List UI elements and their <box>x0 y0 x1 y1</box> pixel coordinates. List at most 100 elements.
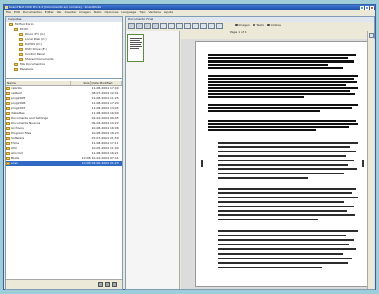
view-details-icon[interactable] <box>105 282 110 287</box>
scanned-text-line <box>208 78 354 81</box>
close-button[interactable] <box>370 5 374 10</box>
application-window: Scan2Text OCR Pro 4.2 [Documento sin nom… <box>3 4 376 290</box>
scanned-text-line <box>208 107 352 110</box>
radio-circle-icon <box>252 23 256 27</box>
forward-icon[interactable] <box>152 23 159 29</box>
scanned-text-line <box>218 239 354 241</box>
view-mode-options: Imagen Texto Ambos <box>235 23 281 27</box>
scanned-text-line <box>218 192 352 194</box>
view-mode-label: Imagen <box>238 23 250 27</box>
minimize-button[interactable] <box>360 5 364 10</box>
app-icon <box>5 6 8 9</box>
scanned-text-line <box>218 266 322 269</box>
scanned-text-line <box>218 257 352 260</box>
thumbnail-panel <box>126 31 180 289</box>
scanned-text-line <box>208 87 358 90</box>
back-icon[interactable] <box>144 23 151 29</box>
scanned-text-line <box>218 177 308 179</box>
panel-toggle-icon[interactable] <box>369 33 374 38</box>
scanned-text-line <box>208 75 358 78</box>
menu-item[interactable]: Opciones <box>104 10 118 15</box>
fit-page-icon[interactable] <box>176 23 183 29</box>
menu-item[interactable]: Ventana <box>149 10 161 15</box>
file-list: Name Size Date Modified cabrills 11-08-20… <box>6 81 122 279</box>
folder-icon <box>9 23 13 26</box>
menu-item[interactable]: Imagen <box>79 10 90 15</box>
menu-item[interactable]: Ayuda <box>164 10 173 15</box>
scanned-text-line <box>218 243 349 246</box>
file-size: 10 KB <box>81 161 91 165</box>
zoom-out-icon[interactable] <box>168 23 175 29</box>
save-icon[interactable] <box>208 23 215 29</box>
scanned-text-line <box>208 81 357 84</box>
scanned-text-line <box>218 164 348 166</box>
page-indicator: Page 1 of 1 <box>230 30 247 34</box>
help-icon[interactable] <box>216 23 223 29</box>
folder-icon <box>19 53 23 56</box>
file-row[interactable]: scan 10 KB 04-06-2004 21:23 <box>6 161 122 166</box>
refresh-icon[interactable] <box>112 282 117 287</box>
scanned-text-line <box>218 230 358 232</box>
file-browser-status <box>6 279 122 289</box>
window-title: Scan2Text OCR Pro 4.2 [Documento sin nom… <box>9 5 102 9</box>
view-mode-radio[interactable]: Imagen <box>235 23 250 27</box>
scanned-text-line <box>218 196 358 199</box>
scanned-text-line <box>218 201 344 203</box>
menu-item[interactable]: Editar <box>45 10 54 15</box>
scanned-text-line <box>218 218 318 221</box>
scanned-text-line <box>208 120 356 123</box>
column-modified[interactable]: Date Modified <box>91 81 122 85</box>
column-name[interactable]: Name <box>6 81 71 85</box>
tree-node-label: Papelera <box>20 67 34 71</box>
maximize-button[interactable] <box>365 5 369 10</box>
page-viewer[interactable] <box>181 39 375 289</box>
scanned-text-line <box>218 214 355 216</box>
folder-icon <box>14 68 18 71</box>
scanned-text-line <box>218 168 357 170</box>
right-side-toolbar <box>367 31 374 289</box>
scan-icon[interactable] <box>128 23 135 29</box>
scanned-text-line <box>218 188 356 190</box>
scanned-text-line <box>208 57 348 60</box>
tree-node[interactable]: Papelera <box>6 67 122 72</box>
menu-item[interactable]: Insertar <box>65 10 77 15</box>
scanned-text-line <box>208 129 316 132</box>
scanned-text-line <box>218 150 356 153</box>
scanned-text-line <box>208 54 356 57</box>
scanned-text-line <box>218 210 347 212</box>
page-thumbnail[interactable] <box>127 34 144 62</box>
scanned-text-line <box>218 205 354 208</box>
radio-circle-icon <box>235 23 238 27</box>
folder-icon <box>19 33 23 36</box>
file-name: scan <box>11 161 18 165</box>
view-mode-radio[interactable]: Ambos <box>267 23 281 27</box>
column-size[interactable]: Size <box>71 81 91 85</box>
view-mode-label: Texto <box>256 23 265 27</box>
scanned-text-line <box>208 60 354 63</box>
folder-tree: Carpetas Mi Escritorio Mi PC Disco 3½ (A:)… <box>6 17 122 79</box>
ocr-icon[interactable] <box>200 23 207 29</box>
menu-item[interactable]: File <box>6 10 11 15</box>
view-mode-radio[interactable]: Texto <box>252 23 265 27</box>
document-pane: Documento Final Imagen Texto Ambos Page 1 … <box>125 16 375 290</box>
menu-item[interactable]: Tipo <box>139 10 145 15</box>
folder-icon <box>19 58 23 61</box>
select-icon[interactable] <box>192 23 199 29</box>
scanned-text-line <box>208 63 328 66</box>
scanned-text-line <box>218 172 344 175</box>
menu-item[interactable]: Language <box>121 10 136 15</box>
scanned-text-line <box>208 90 350 93</box>
zoom-in-icon[interactable] <box>160 23 167 29</box>
scanned-text-line <box>208 93 355 96</box>
page-edge-mark <box>362 160 364 167</box>
menu-item[interactable]: Ver <box>57 10 62 15</box>
open-icon[interactable] <box>136 23 143 29</box>
rotate-icon[interactable] <box>184 23 191 29</box>
menu-item[interactable]: Documentos <box>23 10 42 15</box>
view-toggle-icon[interactable] <box>98 282 103 287</box>
scanned-text-line <box>218 159 354 162</box>
menu-item[interactable]: Texto <box>94 10 102 15</box>
menu-item[interactable]: Edit <box>14 10 20 15</box>
folder-icon <box>19 48 23 51</box>
folder-icon <box>19 38 23 41</box>
